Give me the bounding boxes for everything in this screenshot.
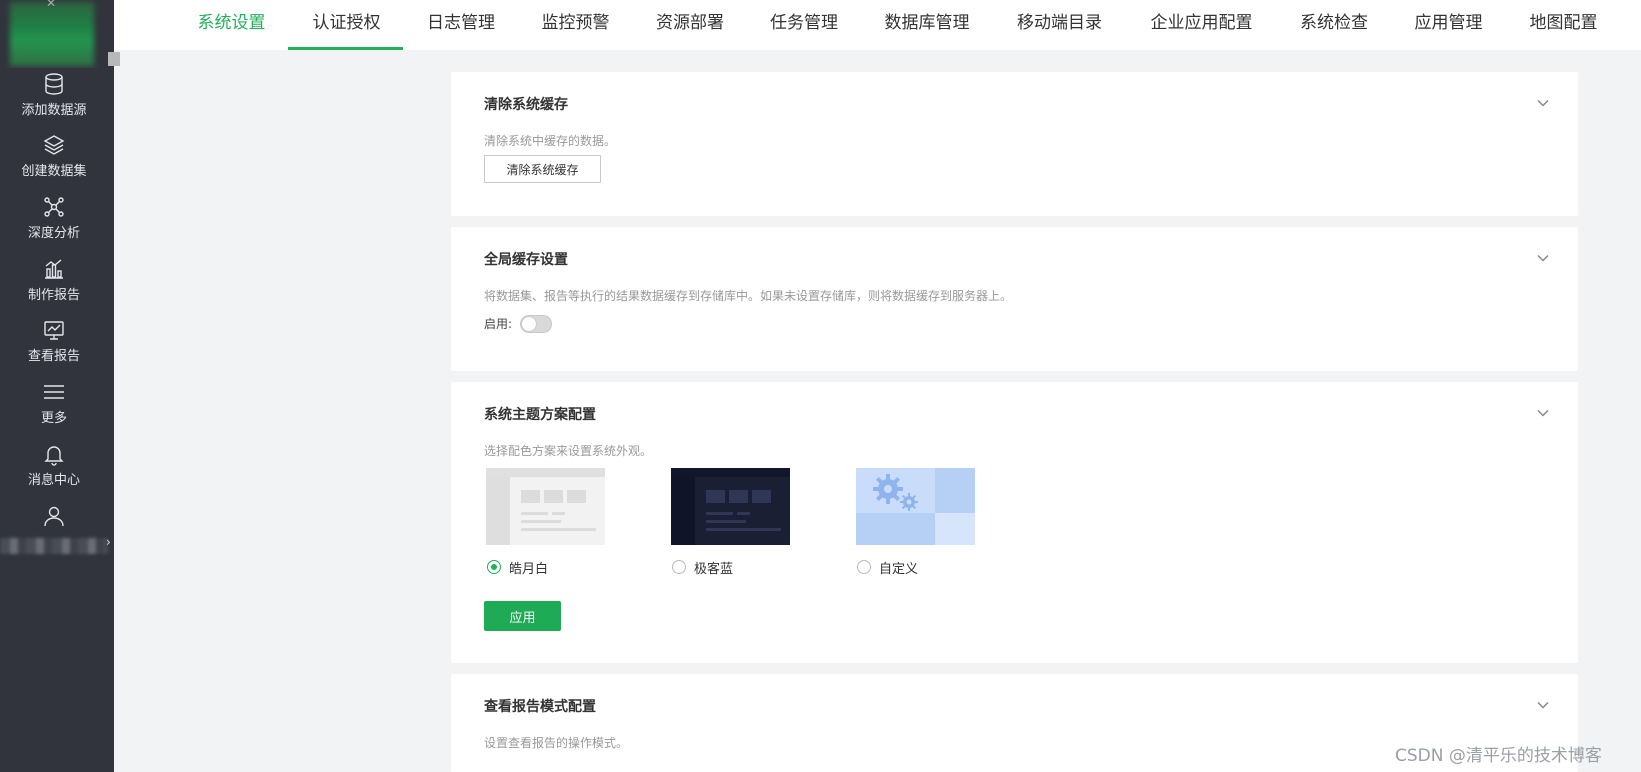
chevron-down-icon[interactable] <box>1536 251 1550 265</box>
theme-label-light: 皓月白 <box>509 562 549 577</box>
tab-enterprise-apps[interactable]: 企业应用配置 <box>1126 0 1277 50</box>
sidebar-item-label: 更多 <box>40 411 67 426</box>
user-name-redacted <box>0 538 108 554</box>
sidebar-item-make-report[interactable]: 制作报告 <box>0 257 108 303</box>
enable-toggle[interactable] <box>520 315 552 333</box>
card-global-cache: 全局缓存设置 将数据集、报告等执行的结果数据缓存到存储库中。如果未设置存储库，则… <box>451 227 1578 371</box>
sidebar-item-label: 查看报告 <box>27 349 80 364</box>
sidebar-item-more[interactable]: 更多 <box>0 380 108 426</box>
sidebar-item-create-dataset[interactable]: 创建数据集 <box>0 133 108 179</box>
sidebar-item-label: 制作报告 <box>27 288 80 303</box>
menu-icon <box>44 385 64 399</box>
clear-cache-button[interactable]: 清除系统缓存 <box>484 155 601 183</box>
card-title: 查看报告模式配置 <box>484 699 596 715</box>
sidebar-resize-handle[interactable] <box>108 52 120 66</box>
tab-auth[interactable]: 认证授权 <box>289 0 404 50</box>
sidebar-item-label: 添加数据源 <box>21 103 87 118</box>
theme-label-geek-blue: 极客蓝 <box>694 562 734 577</box>
top-tab-bar: 系统设置 认证授权 日志管理 监控预警 资源部署 任务管理 数据库管理 移动端目… <box>114 0 1641 50</box>
enable-label: 启用: <box>484 317 513 331</box>
toggle-knob <box>522 317 536 331</box>
sidebar-item-deep-analysis[interactable]: 深度分析 <box>0 195 108 241</box>
sidebar-item-add-datasource[interactable]: 添加数据源 <box>0 72 108 118</box>
tab-mobile-catalog[interactable]: 移动端目录 <box>993 0 1126 50</box>
card-title: 清除系统缓存 <box>484 97 568 113</box>
theme-preview-custom[interactable] <box>856 468 975 545</box>
monitor-chart-icon <box>44 321 64 340</box>
card-description: 设置查看报告的操作模式。 <box>484 736 629 750</box>
logo[interactable]: ✕ <box>0 0 114 68</box>
logo-image <box>10 2 94 66</box>
card-title: 全局缓存设置 <box>484 252 568 268</box>
tab-map-config[interactable]: 地图配置 <box>1506 0 1621 50</box>
card-description: 将数据集、报告等执行的结果数据缓存到存储库中。如果未设置存储库，则将数据缓存到服… <box>484 289 1013 303</box>
apply-theme-button[interactable]: 应用 <box>484 601 561 631</box>
sidebar-item-label: 消息中心 <box>27 473 80 488</box>
database-icon <box>45 73 63 95</box>
tab-system-check[interactable]: 系统检查 <box>1277 0 1391 50</box>
card-description: 清除系统中缓存的数据。 <box>484 134 617 148</box>
card-theme: 系统主题方案配置 选择配色方案来设置系统外观。 皓月白 极客蓝 自定义 应用 <box>451 382 1578 663</box>
collapse-icon[interactable]: ✕ <box>46 0 56 10</box>
tab-database[interactable]: 数据库管理 <box>861 0 993 50</box>
tab-monitoring[interactable]: 监控预警 <box>518 0 633 50</box>
tab-tasks[interactable]: 任务管理 <box>747 0 861 50</box>
chevron-down-icon[interactable] <box>1536 698 1550 712</box>
active-tab-indicator <box>288 47 403 50</box>
layers-icon <box>43 135 65 155</box>
watermark: CSDN @清平乐的技术博客 <box>1395 746 1602 766</box>
sidebar: ✕ 添加数据源 创建数据集 深度分析 制作报告 查看报告 更多 消息中心 › <box>0 0 114 772</box>
card-title: 系统主题方案配置 <box>484 407 596 423</box>
sidebar-item-user[interactable] <box>0 504 108 531</box>
sidebar-item-label: 创建数据集 <box>21 164 87 179</box>
card-description: 选择配色方案来设置系统外观。 <box>484 444 653 458</box>
theme-preview-geek-blue[interactable] <box>671 468 790 545</box>
card-clear-cache: 清除系统缓存 清除系统中缓存的数据。 清除系统缓存 <box>451 72 1578 216</box>
tab-app-management[interactable]: 应用管理 <box>1391 0 1506 50</box>
tab-system-settings[interactable]: 系统设置 <box>174 0 289 50</box>
sidebar-item-messages[interactable]: 消息中心 <box>0 442 108 488</box>
tab-logs[interactable]: 日志管理 <box>404 0 518 50</box>
sidebar-item-view-report[interactable]: 查看报告 <box>0 318 108 364</box>
user-menu-arrow-icon[interactable]: › <box>106 535 111 549</box>
user-icon <box>44 506 64 527</box>
bell-icon <box>44 446 64 466</box>
theme-preview-light[interactable] <box>486 468 605 545</box>
network-icon <box>44 197 64 217</box>
sidebar-item-label: 深度分析 <box>27 226 80 241</box>
theme-radio-light[interactable] <box>487 560 501 574</box>
theme-label-custom: 自定义 <box>879 562 919 577</box>
bar-chart-icon <box>45 259 63 279</box>
theme-radio-custom[interactable] <box>857 560 871 574</box>
tab-resources[interactable]: 资源部署 <box>633 0 747 50</box>
theme-radio-geek-blue[interactable] <box>672 560 686 574</box>
chevron-down-icon[interactable] <box>1536 406 1550 420</box>
chevron-down-icon[interactable] <box>1536 96 1550 110</box>
